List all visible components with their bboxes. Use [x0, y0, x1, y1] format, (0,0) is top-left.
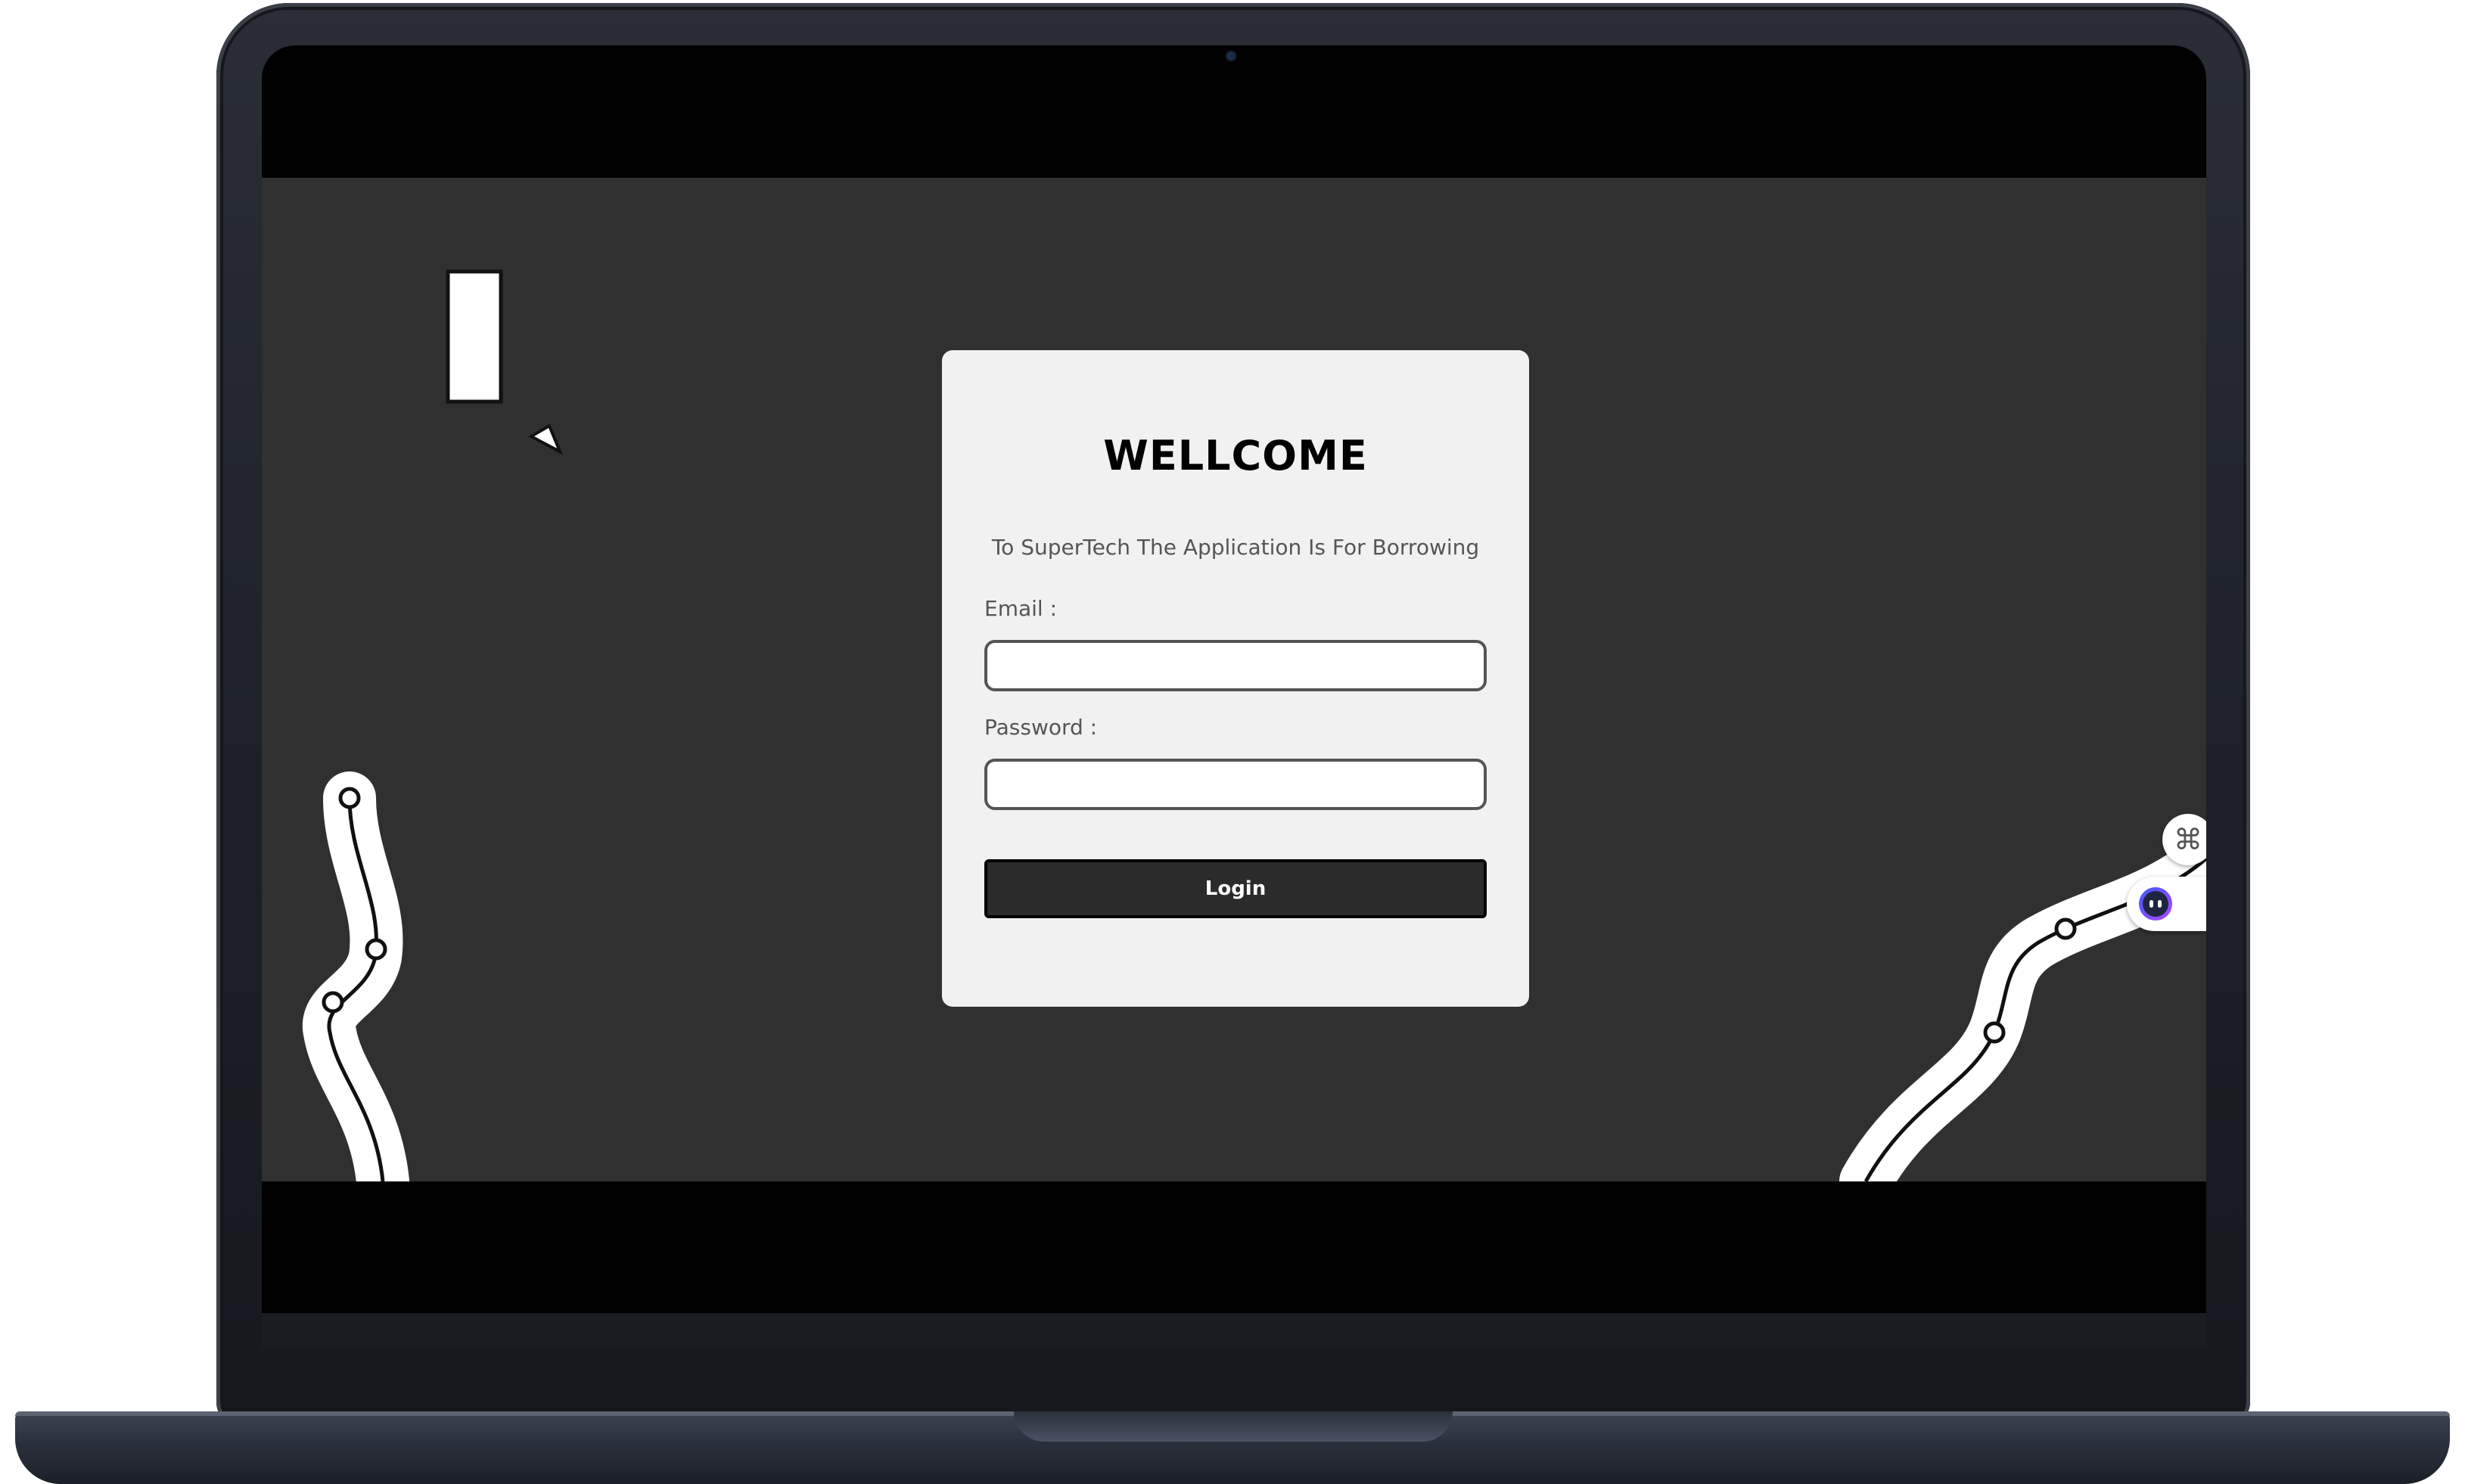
password-label: Password : [984, 715, 1098, 740]
screen-bottom-bezel [262, 1313, 2206, 1348]
password-field[interactable] [984, 759, 1487, 810]
laptop-mockup: WELLCOME To SuperTech The Application Is… [0, 0, 2465, 1484]
decor-node [2054, 917, 2077, 940]
assistant-eye-left [2149, 900, 2153, 908]
page-title: WELLCOME [1103, 432, 1368, 480]
decor-node [322, 991, 344, 1014]
command-icon: ⌘ [2174, 823, 2202, 856]
decor-node [365, 938, 387, 961]
assistant-eye-right [2158, 900, 2162, 908]
decor-pointer-top [527, 424, 563, 455]
page-subtitle: To SuperTech The Application Is For Borr… [991, 535, 1480, 560]
camera-notch [1114, 45, 1348, 88]
decor-node [1983, 1021, 2006, 1044]
camera-icon [1226, 51, 1236, 61]
assistant-face-icon [2139, 887, 2172, 921]
login-button[interactable]: Login [984, 859, 1487, 918]
login-page: WELLCOME To SuperTech The Application Is… [262, 178, 2206, 1181]
decor-node [338, 787, 361, 809]
decor-rectangle-top [446, 269, 503, 404]
laptop-screen: WELLCOME To SuperTech The Application Is… [262, 45, 2206, 1348]
login-card: WELLCOME To SuperTech The Application Is… [942, 350, 1529, 1007]
email-field[interactable] [984, 640, 1487, 691]
laptop-hinge-groove [1014, 1411, 1453, 1442]
email-label: Email : [984, 596, 1058, 621]
assistant-widget-button[interactable] [2127, 877, 2206, 931]
laptop-base [15, 1411, 2450, 1484]
